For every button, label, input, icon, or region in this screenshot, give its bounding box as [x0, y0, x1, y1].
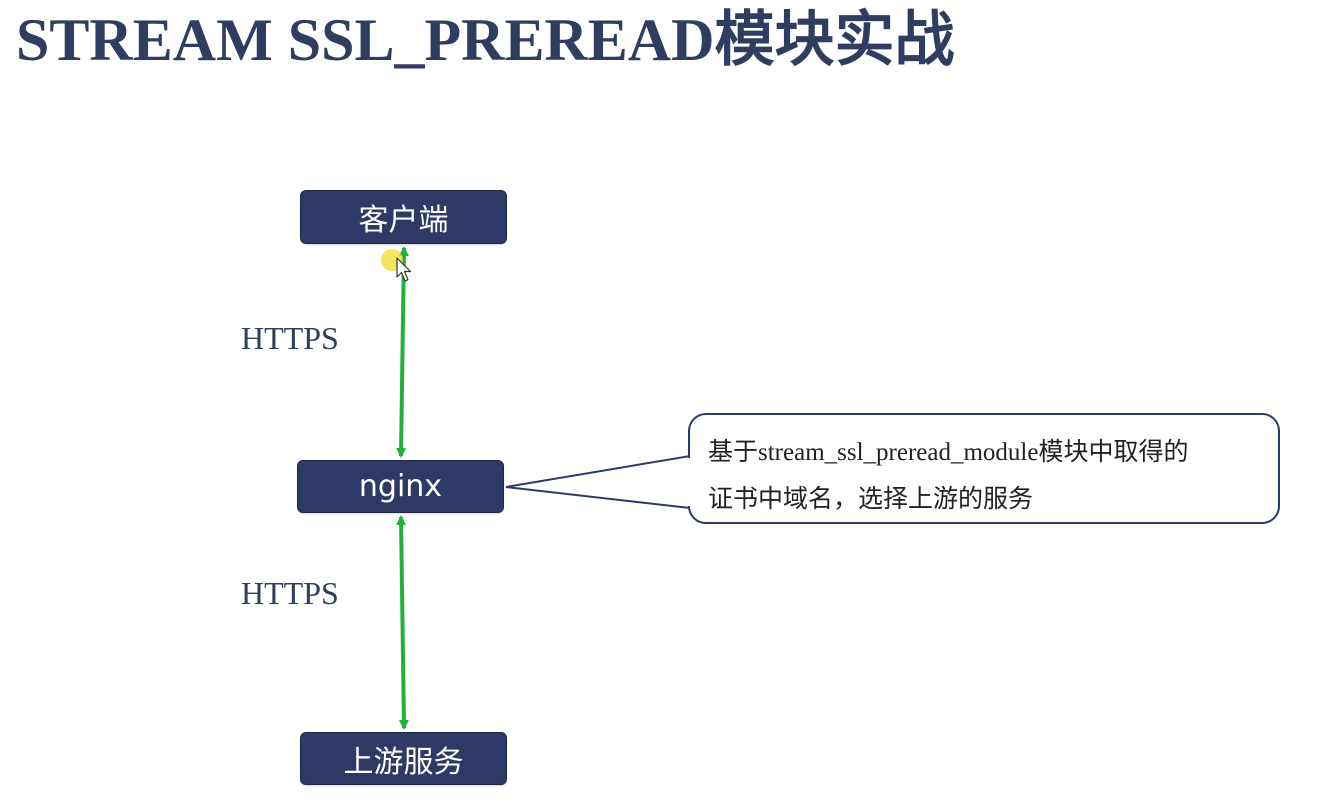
connectors: [396, 246, 691, 730]
slide-title: STREAM SSL_PREREAD模块实战: [16, 7, 955, 73]
upstream-node-label: 上游服务: [343, 744, 464, 780]
upstream-node: 上游服务: [300, 732, 507, 785]
slide: STREAM SSL_PREREAD模块实战 客户端 nginx 上游服务 HT…: [0, 0, 1324, 804]
callout-box: 基于stream_ssl_preread_module模块中取得的 证书中域名，…: [688, 413, 1280, 524]
nginx-node-label: nginx: [358, 469, 443, 504]
callout-pointer: [505, 454, 691, 510]
mouse-pointer-icon: [396, 257, 412, 282]
client-node: 客户端: [300, 190, 507, 244]
callout-line-1: 基于stream_ssl_preread_module模块中取得的: [708, 439, 1189, 466]
arrow-nginx-upstream: [396, 515, 409, 730]
edge-label-https-top: HTTPS: [241, 320, 339, 356]
edge-label-https-bottom: HTTPS: [241, 575, 339, 611]
callout-line-2: 证书中域名，选择上游的服务: [708, 486, 1034, 513]
client-node-label: 客户端: [358, 203, 449, 238]
callout-pointer-join: [687, 458, 691, 506]
nginx-node: nginx: [297, 460, 504, 513]
